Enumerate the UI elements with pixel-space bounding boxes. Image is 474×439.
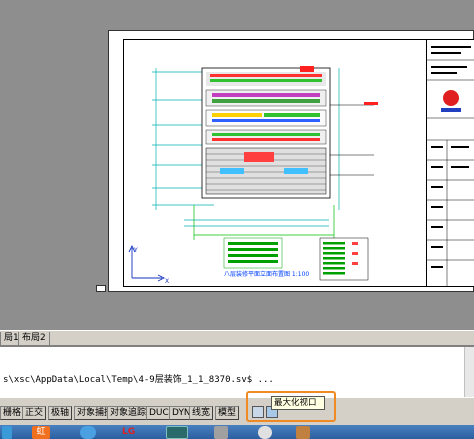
tab-layout2[interactable]: 布局2	[18, 332, 50, 346]
paper-sheet[interactable]: 八层装修平面立面布置图 1:100 Y X	[108, 30, 474, 292]
drawing-viewport[interactable]: 八层装修平面立面布置图 1:100 Y X	[0, 0, 474, 330]
taskbar-app-lg[interactable]: LG	[122, 426, 140, 439]
taskbar: 虹 LG	[0, 425, 474, 439]
title-block-lines	[427, 46, 474, 286]
lineweight-toggle-button[interactable]: 线宽	[189, 406, 214, 420]
layout-tabs: 局1 布局2	[0, 330, 474, 346]
polar-toggle-button[interactable]: 极轴	[48, 406, 73, 420]
browser-icon[interactable]	[80, 426, 96, 439]
command-window[interactable]: s\xsc\AppData\Local\Temp\4-9层装饰_1_1_8370…	[0, 346, 474, 398]
command-history-line: s\xsc\AppData\Local\Temp\4-9层装饰_1_1_8370…	[3, 375, 274, 385]
floor-plan-drawing: 八层装修平面立面布置图 1:100 Y X	[128, 66, 378, 285]
logo-icon	[443, 90, 459, 106]
taskbar-app-lg-label: LG	[122, 427, 136, 437]
cad-app-icon[interactable]	[166, 426, 188, 439]
grid-toggle-button[interactable]: 栅格	[0, 406, 25, 420]
tab-layout2-label: 布局2	[22, 333, 46, 343]
taskbar-icon-4[interactable]	[214, 426, 228, 439]
ucs-y-label: Y	[133, 247, 138, 254]
ortho-toggle-button[interactable]: 正交	[22, 406, 47, 420]
drawing-frame[interactable]: 八层装修平面立面布置图 1:100 Y X	[123, 39, 427, 287]
taskbar-icon-5[interactable]	[258, 426, 272, 439]
title-block	[427, 39, 474, 287]
drawing-caption: 八层装修平面立面布置图 1:100	[224, 270, 309, 278]
status-bar: 栅格 正交 极轴 对象捕捉 对象追踪 DUCS DYN 线宽 模型	[0, 397, 474, 425]
tab-layout1-label: 局1	[4, 333, 19, 343]
tooltip-maximize-viewport: 最大化视口	[271, 396, 325, 410]
taskbar-app-hong-label: 虹	[36, 427, 46, 437]
paper-corner-handle	[96, 285, 106, 292]
command-scrollbar[interactable]	[464, 347, 474, 398]
model-toggle-button[interactable]: 模型	[215, 406, 240, 420]
taskbar-app-hong[interactable]: 虹	[32, 426, 50, 439]
start-icon[interactable]	[2, 426, 12, 439]
ucs-x-label: X	[165, 278, 169, 285]
otrack-toggle-button[interactable]: 对象追踪	[107, 406, 150, 420]
taskbar-icon-6[interactable]	[296, 426, 310, 439]
